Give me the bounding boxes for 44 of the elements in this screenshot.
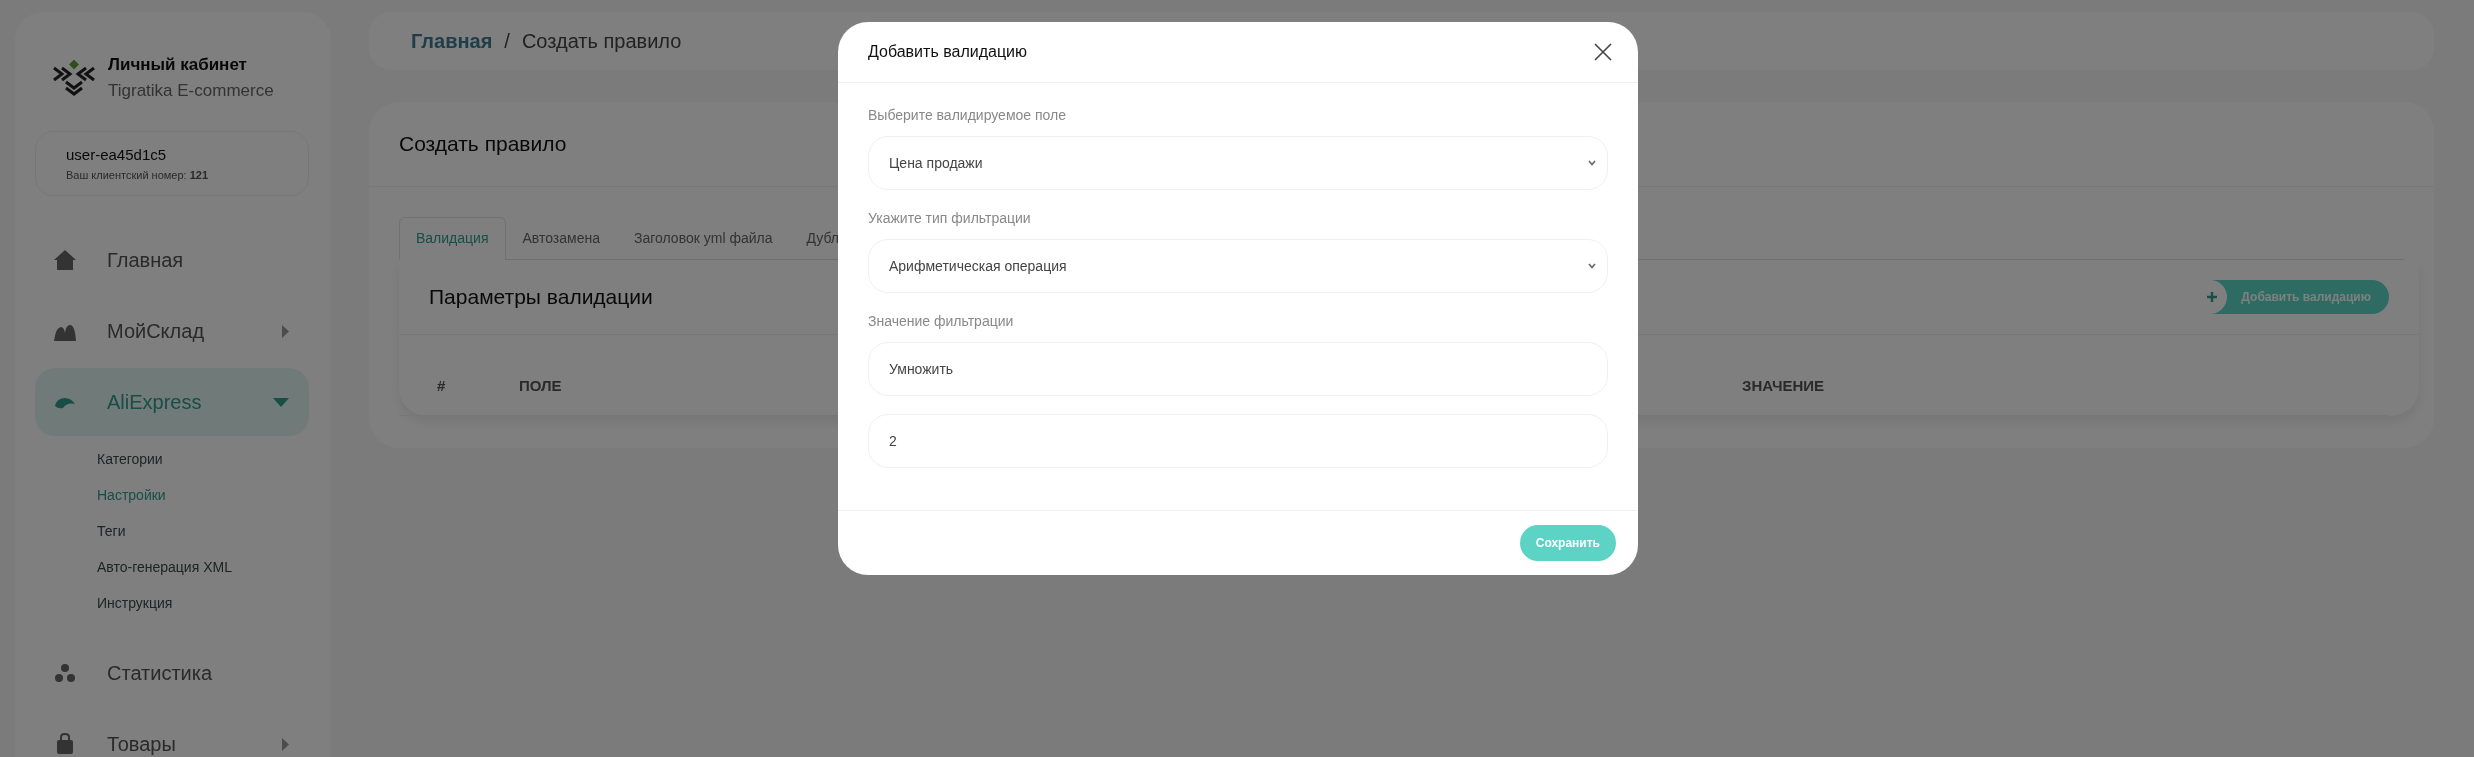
gears-icon: [53, 661, 77, 685]
plus-icon: [2207, 291, 2218, 302]
submenu-item[interactable]: Инструкция: [97, 593, 173, 614]
caret-down-icon: [273, 397, 289, 407]
section-title: Параметры валидации: [429, 283, 653, 310]
input-field[interactable]: 2: [868, 414, 1608, 468]
breadcrumb-link[interactable]: Главная: [411, 26, 493, 56]
input-field[interactable]: Умножить: [868, 342, 1608, 396]
close-icon: [1594, 43, 1612, 61]
breadcrumb-current: Создать правило: [521, 29, 682, 54]
user-name: user-ea45d1c5: [66, 145, 168, 165]
submenu-item[interactable]: Теги: [97, 521, 126, 542]
client-number: Ваш клиентский номер: 121: [66, 167, 210, 183]
chevron-down-icon: [1588, 263, 1596, 269]
sidebar-item[interactable]: AliExpress: [35, 368, 309, 436]
sidebar-item[interactable]: МойСклад: [35, 297, 309, 365]
sidebar-item[interactable]: Статистика: [35, 639, 309, 707]
submenu-item[interactable]: Категории: [97, 449, 163, 470]
caret-right-icon: [282, 737, 289, 751]
select-field[interactable]: Цена продажи: [868, 136, 1608, 190]
sidebar-item[interactable]: Товары: [35, 710, 309, 757]
sidebar-item[interactable]: Главная: [35, 226, 309, 294]
close-button[interactable]: [1592, 41, 1614, 63]
tab[interactable]: Автозамена: [505, 216, 617, 260]
logo-icon: [52, 59, 96, 96]
home-icon: [53, 248, 77, 272]
caret-right-icon: [282, 324, 289, 338]
column-header: ЗНАЧЕНИЕ: [1742, 375, 1825, 396]
tab[interactable]: Заголовок yml файла: [617, 216, 790, 260]
modal-title: Добавить валидацию: [868, 42, 1027, 62]
app-subtitle: Tigratika E-commerce: [108, 79, 274, 102]
field-label: Укажите тип фильтрации: [868, 209, 1031, 228]
field-label: Выберите валидируемое поле: [868, 106, 1066, 125]
breadcrumb-separator: /: [504, 29, 510, 54]
column-header: #: [437, 375, 446, 396]
field-label: Значение фильтрации: [868, 312, 1014, 331]
column-header: ПОЛЕ: [519, 375, 562, 396]
chevron-down-icon: [1588, 160, 1596, 166]
submenu-item[interactable]: Настройки: [97, 485, 166, 506]
submenu-item[interactable]: Авто-генерация XML: [97, 557, 232, 578]
tab[interactable]: Валидация: [399, 216, 506, 260]
select-field[interactable]: Арифметическая операция: [868, 239, 1608, 293]
save-button[interactable]: Сохранить: [1519, 525, 1616, 561]
app-title: Личный кабинет: [108, 54, 248, 76]
